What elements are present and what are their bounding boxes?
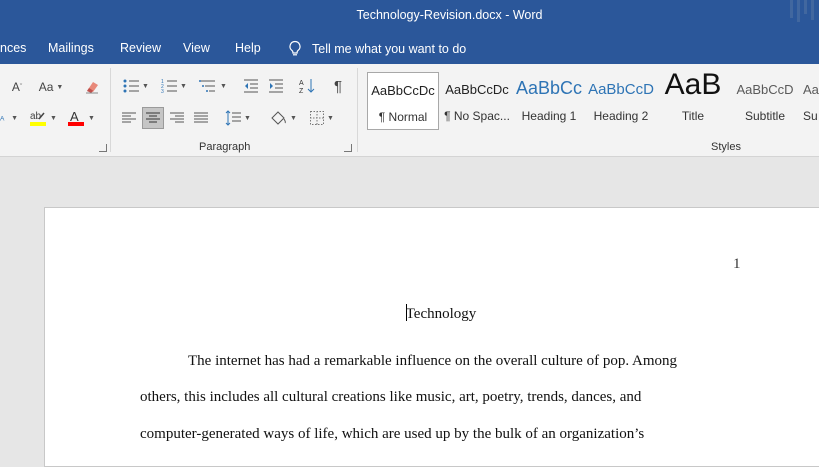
title-bar: Technology-Revision.docx - Word [0,0,819,33]
tab-help[interactable]: Help [235,41,261,55]
style-sample: AaBbCcDc [371,83,435,98]
style-name: Heading 1 [521,109,577,123]
style-sample: AaBbCcDc [445,82,509,97]
style-name: Title [681,109,705,123]
align-center-icon [146,112,160,123]
style-name: ¶ No Spac... [444,109,510,123]
font-size-glyph: A [11,80,20,94]
ribbon-tabs: nces Mailings Review View Help Tell me w… [0,33,819,64]
borders-button[interactable]: ▼ [306,107,338,129]
decrease-indent-icon [244,79,258,93]
font-color-icon: A [68,109,85,126]
text-effects-icon: A [0,116,5,123]
highlight-color-button[interactable]: ab ▼ [26,108,60,128]
text-effects-button[interactable]: A ▼ [0,108,18,128]
svg-text:3: 3 [161,89,164,93]
numbering-icon: 123 [161,79,178,93]
group-separator [110,68,111,152]
shrink-font-button[interactable]: Aˇ [8,78,26,96]
increase-indent-button[interactable] [266,76,286,96]
lightbulb-icon [289,40,301,56]
justify-icon [194,112,208,123]
titlebar-pattern [811,0,814,20]
paragraph-dialog-launcher[interactable] [344,144,352,152]
style-heading-1[interactable]: AaBbCc Heading 1 [513,72,585,130]
window-title: Technology-Revision.docx - Word [356,8,543,22]
align-right-icon [170,112,184,123]
change-case-label: Aa [38,80,54,94]
body-line[interactable]: The internet has had a remarkable influe… [188,353,677,370]
align-left-icon [122,112,136,123]
paragraph-group-label: Paragraph [199,141,251,153]
tab-review[interactable]: Review [120,41,161,55]
borders-icon [310,111,325,125]
style-no-spacing[interactable]: AaBbCcDc ¶ No Spac... [441,72,513,130]
tab-view[interactable]: View [183,41,210,55]
font-dialog-launcher[interactable] [99,144,107,152]
font-color-button[interactable]: A ▼ [64,108,98,128]
change-case-button[interactable]: Aa ▼ [36,78,66,96]
style-name: ¶ Normal [378,110,428,124]
ribbon: Aˇ Aa ▼ A ▼ ab ▼ A ▼ ▼ 1 2 3 ▼ ▼ AZ ¶ ▼ … [0,64,819,157]
document-title[interactable]: Technology [45,304,819,323]
numbering-button[interactable]: 1 2 3 ▼ [158,76,190,96]
group-separator [357,68,358,152]
multilevel-list-icon [199,80,216,92]
bullets-icon [123,79,140,93]
align-center-button[interactable] [142,107,164,129]
tell-me-text: Tell me what you want to do [312,41,467,56]
page-number: 1 [733,256,741,272]
multilevel-list-button[interactable]: ▼ [197,76,229,96]
svg-text:Z: Z [299,88,304,94]
tab-mailings[interactable]: Mailings [48,41,94,55]
show-formatting-button[interactable]: ¶ [328,76,348,96]
highlighter-icon: ab [30,111,47,126]
align-left-button[interactable] [119,107,139,129]
titlebar-pattern [804,0,807,14]
document-canvas[interactable]: 1 Technology The internet has had a rema… [0,158,819,467]
shading-button[interactable]: ▼ [267,107,299,129]
svg-text:A: A [0,116,5,123]
body-line[interactable]: others, this includes all cultural creat… [140,389,641,406]
styles-group-label: Styles [711,141,741,153]
style-title[interactable]: AaB Title [657,72,729,130]
sort-icon: AZ [299,79,315,94]
align-right-button[interactable] [167,107,187,129]
style-subtitle[interactable]: AaBbCcD Subtitle [729,72,801,130]
paint-bucket-icon [271,111,286,125]
style-name: Subtitle [744,109,786,123]
svg-text:ab: ab [30,111,42,122]
style-normal[interactable]: AaBbCcDc ¶ Normal [367,72,439,130]
document-page[interactable]: 1 Technology The internet has had a rema… [44,207,819,467]
body-line[interactable]: computer-generated ways of life, which a… [140,426,644,443]
clear-formatting-button[interactable] [82,76,102,96]
line-spacing-button[interactable]: ▼ [222,107,254,129]
titlebar-pattern [797,0,800,22]
eraser-icon [86,82,98,94]
bullets-button[interactable]: ▼ [120,76,152,96]
line-spacing-icon [225,110,242,126]
svg-text:A: A [299,80,304,87]
style-sample: AaB [664,72,722,101]
titlebar-pattern [790,0,793,18]
style-sample: AaBbCc [515,78,583,98]
style-sample: AaBbCcD [588,81,654,98]
styles-gallery: AaBbCcDc ¶ Normal AaBbCcDc ¶ No Spac... … [367,72,819,134]
style-name: Su [803,109,818,123]
justify-button[interactable] [191,107,211,129]
style-subtle-emphasis[interactable]: Aa Su [801,72,819,130]
svg-text:A: A [70,109,79,124]
tell-me-box[interactable]: Tell me what you want to do [288,40,466,57]
document-title-text: Technology [405,306,477,322]
style-heading-2[interactable]: AaBbCcD Heading 2 [585,72,657,130]
increase-indent-icon [269,79,283,93]
style-sample: Aa [803,82,819,97]
style-name: Heading 2 [593,109,649,123]
sort-button[interactable]: AZ [297,76,317,96]
style-sample: AaBbCcD [736,82,794,97]
tab-references[interactable]: nces [0,41,26,55]
decrease-indent-button[interactable] [241,76,261,96]
pilcrow-icon: ¶ [333,77,343,95]
